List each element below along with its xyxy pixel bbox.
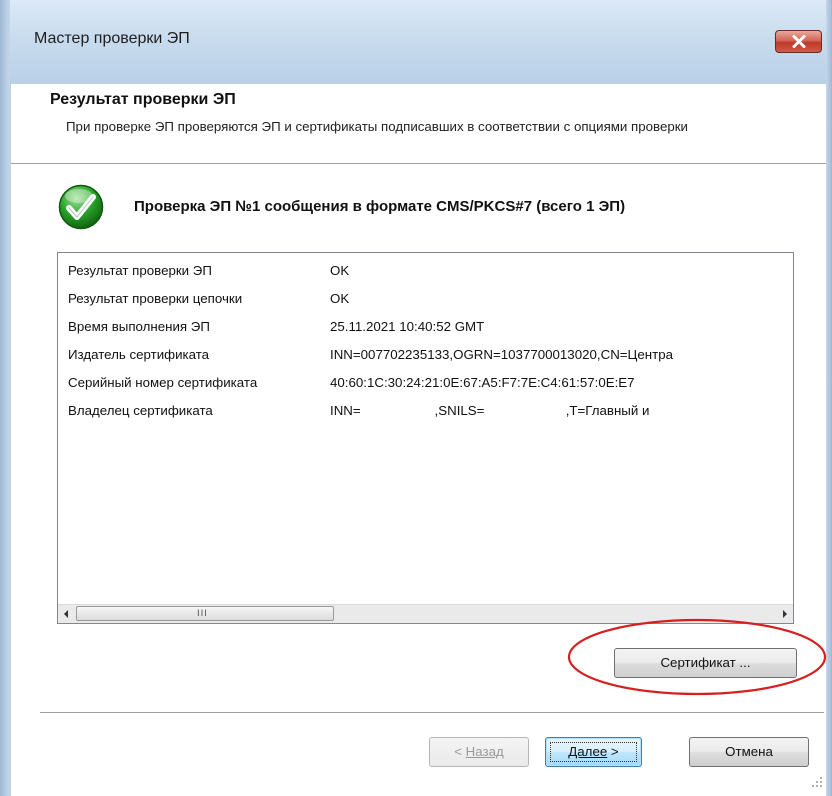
detail-label: Издатель сертификата — [68, 347, 210, 362]
detail-value: INN=007702235133,OGRN=1037700013020,CN=Ц… — [330, 347, 674, 362]
next-button-label: Далее — [568, 744, 608, 759]
scrollbar-thumb[interactable]: III — [76, 606, 334, 621]
detail-label: Результат проверки цепочки — [68, 291, 243, 306]
back-button[interactable]: < Назад — [429, 737, 529, 767]
detail-value: INN= ,SNILS= ,T=Главный и — [330, 403, 650, 418]
window-title: Мастер проверки ЭП — [34, 30, 190, 47]
next-button[interactable]: Далее > — [545, 737, 642, 767]
annotation-ellipse — [567, 618, 827, 696]
cancel-button-label: Отмена — [725, 744, 773, 759]
page-title: Результат проверки ЭП — [50, 91, 236, 108]
close-icon — [792, 35, 806, 48]
window-frame-left — [0, 0, 10, 796]
back-button-label: Назад — [465, 744, 504, 759]
cancel-button[interactable]: Отмена — [689, 737, 809, 767]
verification-caption: Проверка ЭП №1 сообщения в формате CMS/P… — [134, 198, 626, 215]
scroll-left-button[interactable] — [58, 605, 75, 623]
detail-value: 40:60:1C:30:24:21:0E:67:A5:F7:7E:C4:61:5… — [330, 375, 635, 390]
verification-details-list[interactable]: Результат проверки ЭП OK Результат прове… — [57, 252, 794, 624]
green-check-icon — [58, 184, 104, 230]
next-button-suffix: > — [607, 744, 619, 759]
footer-divider-highlight — [40, 713, 824, 714]
detail-label: Владелец сертификата — [68, 403, 213, 418]
resize-grip-icon[interactable] — [810, 775, 824, 789]
detail-label: Серийный номер сертификата — [68, 375, 258, 390]
scrollbar-grip: III — [197, 609, 208, 619]
detail-value: OK — [330, 291, 350, 306]
detail-value: OK — [330, 263, 350, 278]
back-button-prefix: < — [454, 744, 466, 759]
page-description: При проверке ЭП проверяются ЭП и сертифи… — [66, 119, 688, 134]
title-bar[interactable]: Мастер проверки ЭП — [0, 0, 832, 84]
arrow-left-icon — [64, 610, 68, 618]
detail-label: Время выполнения ЭП — [68, 319, 210, 334]
header-divider-highlight — [11, 164, 826, 165]
close-button[interactable] — [775, 30, 822, 53]
details-content: Результат проверки ЭП OK Результат прове… — [58, 253, 793, 605]
detail-label: Результат проверки ЭП — [68, 263, 212, 278]
detail-value: 25.11.2021 10:40:52 GMT — [330, 319, 485, 334]
